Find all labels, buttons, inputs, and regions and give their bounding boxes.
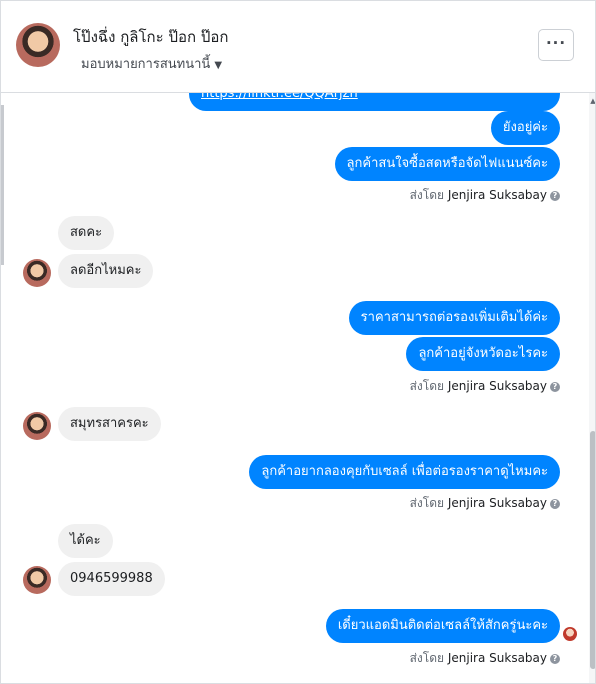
message-outgoing: ราคาสามารถต่อรองเพิ่มเติมได้ค่ะ — [348, 301, 560, 335]
help-icon[interactable]: ? — [550, 654, 560, 664]
message-outgoing: ลูกค้าอยู่จังหวัดอะไรคะ — [406, 337, 560, 371]
conversation-panel: โป๊งฉึ่ง กูลิโกะ ป๊อก ป๊อก มอบหมายการสนท… — [0, 0, 596, 684]
left-panel-edge — [1, 105, 4, 265]
sent-by-label: ส่งโดย Jenjira Suksabay? — [410, 186, 560, 205]
sent-by-label: ส่งโดย Jenjira Suksabay? — [410, 377, 560, 396]
message-incoming: สดคะ — [58, 216, 115, 250]
help-icon[interactable]: ? — [550, 382, 560, 392]
sent-by-prefix: ส่งโดย — [409, 379, 445, 393]
sender-name: Jenjira Suksabay — [447, 379, 547, 393]
message-outgoing: ลูกค้าสนใจซื้อสดหรือจัดไฟแนนซ์คะ — [334, 147, 560, 181]
message-incoming: สมุทรสาครคะ — [58, 407, 161, 441]
message-outgoing: ยังอยู่ค่ะ — [490, 111, 560, 145]
sender-name: Jenjira Suksabay — [447, 496, 547, 510]
sender-name: Jenjira Suksabay — [447, 188, 547, 202]
message-outgoing: เดี๋ยวแอดมินติดต่อเซลล์ให้สักครู่นะคะ — [325, 609, 560, 643]
message-incoming: 0946599988 — [58, 562, 165, 596]
contact-avatar-small — [23, 259, 51, 287]
more-options-button[interactable]: ··· — [538, 29, 574, 61]
sent-by-label: ส่งโดย Jenjira Suksabay? — [410, 649, 560, 668]
sent-by-label: ส่งโดย Jenjira Suksabay? — [410, 494, 560, 513]
scrollbar-thumb[interactable] — [590, 431, 595, 669]
assign-conversation-dropdown[interactable]: มอบหมายการสนทนานี้ ▼ — [81, 53, 222, 74]
caret-down-icon: ▼ — [214, 60, 223, 71]
scroll-up-arrow-icon[interactable]: ▲ — [589, 97, 595, 105]
message-list: https://linktr.ee/QQArjzh ยังอยู่ค่ะ ลูก… — [1, 92, 595, 683]
contact-avatar-small — [23, 412, 51, 440]
help-icon[interactable]: ? — [550, 499, 560, 509]
message-incoming: ลดอีกไหมคะ — [58, 254, 154, 288]
assign-conversation-label: มอบหมายการสนทนานี้ — [81, 57, 211, 72]
conversation-header: โป๊งฉึ่ง กูลิโกะ ป๊อก ป๊อก มอบหมายการสนท… — [1, 1, 595, 93]
message-link[interactable]: https://linktr.ee/QQArjzh — [189, 92, 560, 111]
sent-by-prefix: ส่งโดย — [409, 188, 445, 202]
seen-indicator-avatar — [563, 627, 577, 641]
contact-name[interactable]: โป๊งฉึ่ง กูลิโกะ ป๊อก ป๊อก — [73, 25, 228, 49]
contact-avatar-small — [23, 566, 51, 594]
sent-by-prefix: ส่งโดย — [409, 651, 445, 665]
help-icon[interactable]: ? — [550, 191, 560, 201]
message-outgoing: ลูกค้าอยากลองคุยกับเซลล์ เพื่อต่อรองราคา… — [249, 455, 560, 489]
contact-avatar[interactable] — [16, 23, 60, 67]
sent-by-prefix: ส่งโดย — [409, 496, 445, 510]
message-incoming: ได้คะ — [58, 524, 113, 558]
sender-name: Jenjira Suksabay — [447, 651, 547, 665]
